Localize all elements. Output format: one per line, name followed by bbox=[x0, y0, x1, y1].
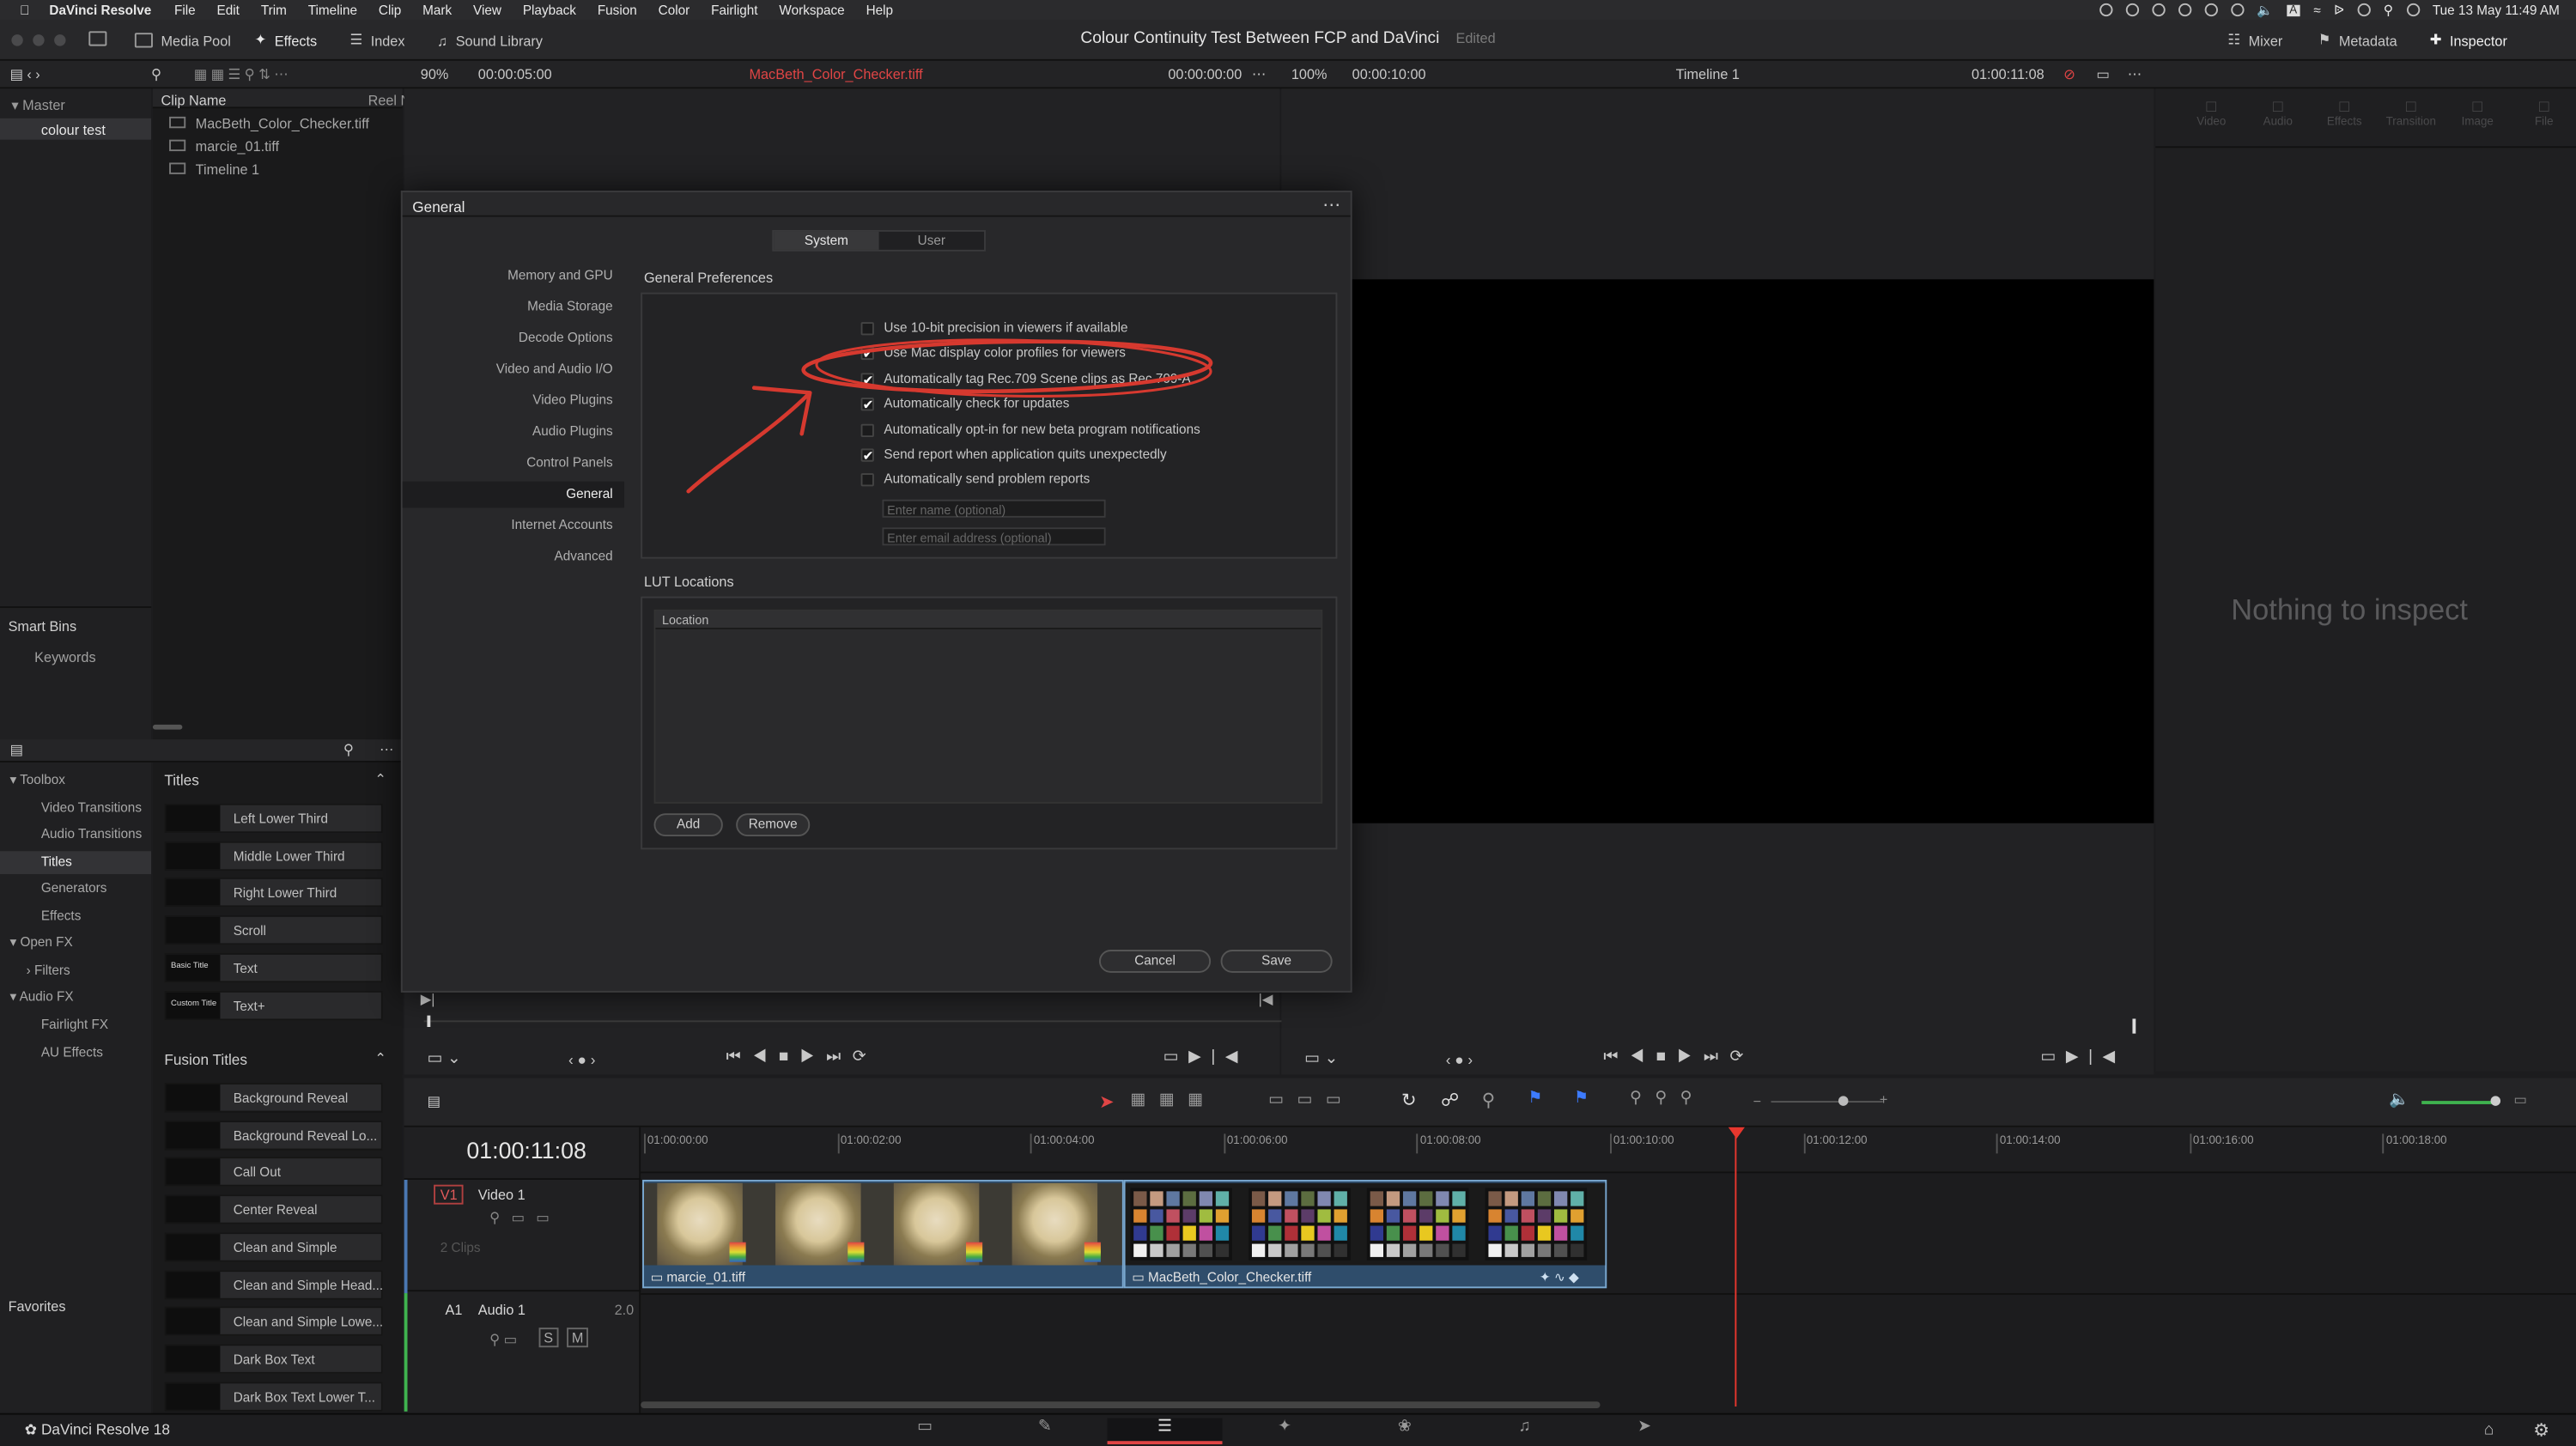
annotation-arrow-line bbox=[686, 392, 811, 494]
annotation-arrow-head bbox=[751, 386, 812, 436]
red-annotation bbox=[686, 338, 1213, 494]
